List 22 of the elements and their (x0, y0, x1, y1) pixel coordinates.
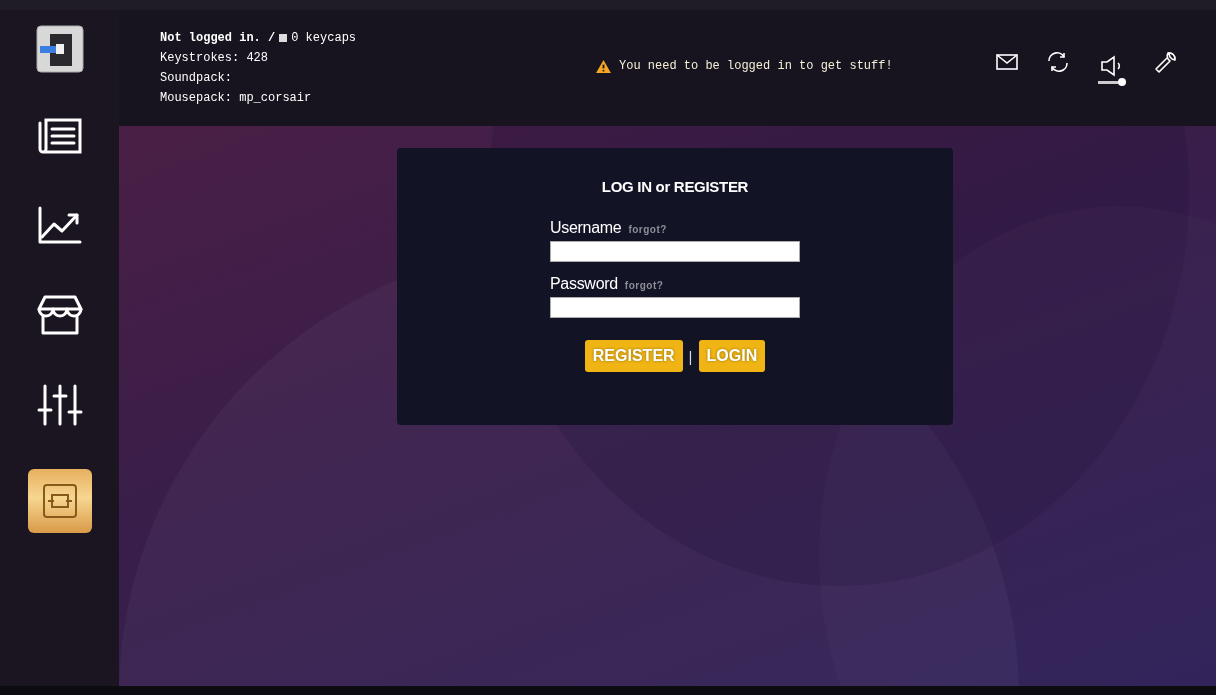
input-field[interactable] (550, 297, 800, 318)
notice-text: You need to be logged in to get stuff! (619, 59, 893, 73)
mail-icon[interactable] (996, 54, 1018, 70)
forgot-link[interactable]: forgot? (624, 280, 664, 291)
input-field[interactable] (550, 241, 800, 262)
warning-icon (596, 59, 611, 73)
store-icon[interactable] (36, 295, 83, 335)
login-status: Not logged in. / (160, 31, 276, 45)
chart-line-icon[interactable] (36, 205, 83, 245)
field-label: Username (550, 219, 622, 237)
status-line: Soundpack: (160, 71, 232, 85)
keycap-icon (279, 34, 288, 42)
refresh-icon[interactable] (1046, 51, 1070, 73)
keycap-badge-icon[interactable] (27, 469, 92, 533)
keycaps-count: 0 keycaps (291, 31, 357, 45)
login-title: LOG IN or REGISTER (601, 178, 749, 195)
separator: | (688, 347, 693, 365)
status-line: Mousepack: mp_corsair (160, 91, 312, 105)
status-line: Keystrokes: 428 (160, 51, 269, 65)
field-label: Password (550, 275, 618, 293)
forgot-link[interactable]: forgot? (628, 224, 667, 235)
sliders-icon[interactable] (36, 385, 83, 425)
